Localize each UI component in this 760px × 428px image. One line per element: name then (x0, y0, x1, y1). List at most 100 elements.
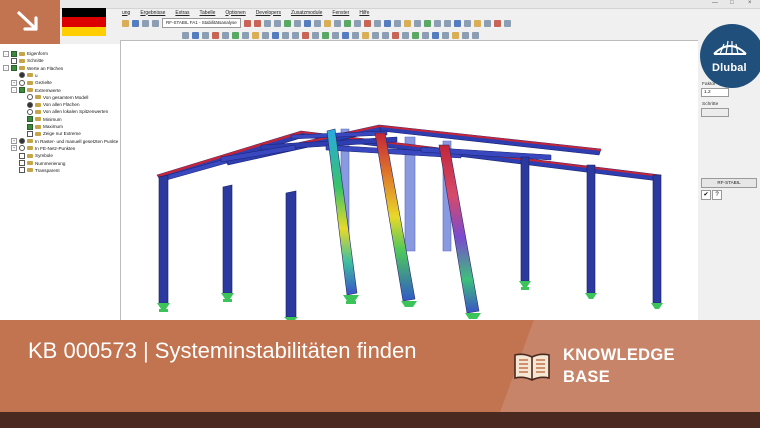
tool-icon[interactable] (373, 19, 381, 27)
tool-icon[interactable] (333, 19, 341, 27)
tool-icon[interactable] (422, 31, 429, 39)
tree-item[interactable]: Transparent (11, 167, 60, 174)
tool-icon[interactable] (463, 19, 471, 27)
menu-item[interactable]: Fenster (332, 10, 349, 16)
tree-item[interactable]: Zeige nur Extreme (19, 130, 81, 137)
module-select[interactable]: RF-STABIL FA1 - Stabilitätsanalyse (162, 18, 241, 28)
tree-item[interactable]: Von gesamtem Modell (19, 94, 88, 101)
tool-icon[interactable] (263, 19, 271, 27)
checkbox[interactable] (19, 87, 25, 93)
tree-item[interactable]: Symbole (11, 152, 53, 159)
tool-icon[interactable] (323, 19, 331, 27)
tool-icon[interactable] (473, 19, 481, 27)
rf-stabil-button[interactable]: RF-STABIL (701, 178, 757, 188)
tool-icon[interactable] (433, 19, 441, 27)
tool-icon[interactable] (352, 31, 359, 39)
expand-icon[interactable]: - (3, 50, 9, 57)
tool-icon[interactable] (413, 19, 421, 27)
tool-icon[interactable] (272, 31, 279, 39)
tool-icon[interactable] (393, 19, 401, 27)
tool-icon[interactable] (312, 31, 319, 39)
tool-icon[interactable] (462, 31, 469, 39)
tool-icon[interactable] (262, 31, 269, 39)
checkbox[interactable] (19, 152, 25, 159)
close-icon[interactable]: × (748, 0, 752, 6)
tool-icon[interactable] (353, 19, 361, 27)
tool-icon[interactable] (453, 19, 461, 27)
radio-button[interactable] (27, 101, 33, 108)
tool-icon[interactable] (383, 19, 391, 27)
tool-icon[interactable] (292, 31, 299, 39)
tree-item[interactable]: + Gezielte (11, 79, 52, 86)
radio-button[interactable] (19, 138, 25, 145)
prev-icon[interactable] (243, 19, 251, 27)
steps-field[interactable] (701, 108, 729, 117)
open-icon[interactable] (122, 19, 129, 27)
checkbox[interactable] (11, 57, 17, 64)
tree-item[interactable]: Von allen lokalen Spitzenwerten (19, 108, 108, 115)
tool-icon[interactable] (242, 31, 249, 39)
tool-icon[interactable] (252, 31, 259, 39)
tool-icon[interactable] (283, 19, 291, 27)
tool-icon[interactable] (443, 19, 451, 27)
tool-icon[interactable] (412, 31, 419, 39)
checkbox[interactable] (11, 50, 17, 57)
radio-button[interactable] (19, 72, 25, 79)
help-icon[interactable]: ? (712, 190, 722, 200)
undo-icon[interactable] (152, 19, 159, 27)
tool-icon[interactable] (382, 31, 389, 39)
tool-icon[interactable] (313, 19, 321, 27)
tool-icon[interactable] (293, 19, 301, 27)
tool-icon[interactable] (222, 31, 229, 39)
tree-item[interactable]: Von allen Flächen (19, 101, 80, 108)
checkbox[interactable] (27, 130, 33, 137)
tool-icon[interactable] (322, 31, 329, 39)
expand-icon[interactable]: - (11, 87, 17, 93)
radio-button[interactable] (27, 94, 33, 101)
tool-icon[interactable] (452, 31, 459, 39)
tree-item[interactable]: - Eigenform (3, 50, 48, 57)
tool-icon[interactable] (403, 19, 411, 27)
tree-item[interactable]: Minimum (19, 116, 62, 123)
maximize-icon[interactable]: □ (730, 0, 734, 6)
check-icon[interactable]: ✔ (701, 190, 711, 200)
tree-item[interactable]: + In Raster- und manuell gesetzten Punkte (11, 138, 118, 145)
menu-item[interactable]: Zusatzmodule (291, 10, 322, 16)
tool-icon[interactable] (362, 31, 369, 39)
next-icon[interactable] (253, 19, 261, 27)
tool-icon[interactable] (343, 19, 351, 27)
tool-icon[interactable] (182, 31, 189, 39)
tool-icon[interactable] (423, 19, 431, 27)
tool-icon[interactable] (332, 31, 339, 39)
menu-item[interactable]: Developers (256, 10, 281, 16)
expand-icon[interactable]: + (11, 138, 17, 145)
tree-item[interactable]: - Werte an Flächen (3, 65, 63, 72)
radio-button[interactable] (19, 145, 25, 152)
tool-icon[interactable] (192, 31, 199, 39)
expand-icon[interactable]: + (11, 79, 17, 86)
menu-item[interactable]: ung (122, 10, 130, 16)
menu-item[interactable]: Ergebnisse (140, 10, 165, 16)
tree-item[interactable]: - Extremwerte (11, 87, 61, 94)
checkbox[interactable] (27, 116, 33, 123)
expand-icon[interactable]: - (3, 65, 9, 72)
radio-button[interactable] (19, 79, 25, 86)
tool-icon[interactable] (212, 31, 219, 39)
expand-icon[interactable]: + (11, 145, 17, 152)
radio-button[interactable] (27, 108, 33, 115)
tool-icon[interactable] (392, 31, 399, 39)
tree-item[interactable]: Nummerierung (11, 160, 65, 167)
model-viewport[interactable] (120, 40, 699, 322)
menu-item[interactable]: Hilfe (359, 10, 369, 16)
checkbox[interactable] (27, 123, 33, 130)
save-icon[interactable] (132, 19, 139, 27)
tool-icon[interactable] (372, 31, 379, 39)
tool-icon[interactable] (282, 31, 289, 39)
tool-icon[interactable] (232, 31, 239, 39)
tool-icon[interactable] (493, 19, 501, 27)
tool-icon[interactable] (472, 31, 479, 39)
print-icon[interactable] (142, 19, 149, 27)
tool-icon[interactable] (202, 31, 209, 39)
checkbox[interactable] (19, 167, 25, 174)
tool-icon[interactable] (363, 19, 371, 27)
